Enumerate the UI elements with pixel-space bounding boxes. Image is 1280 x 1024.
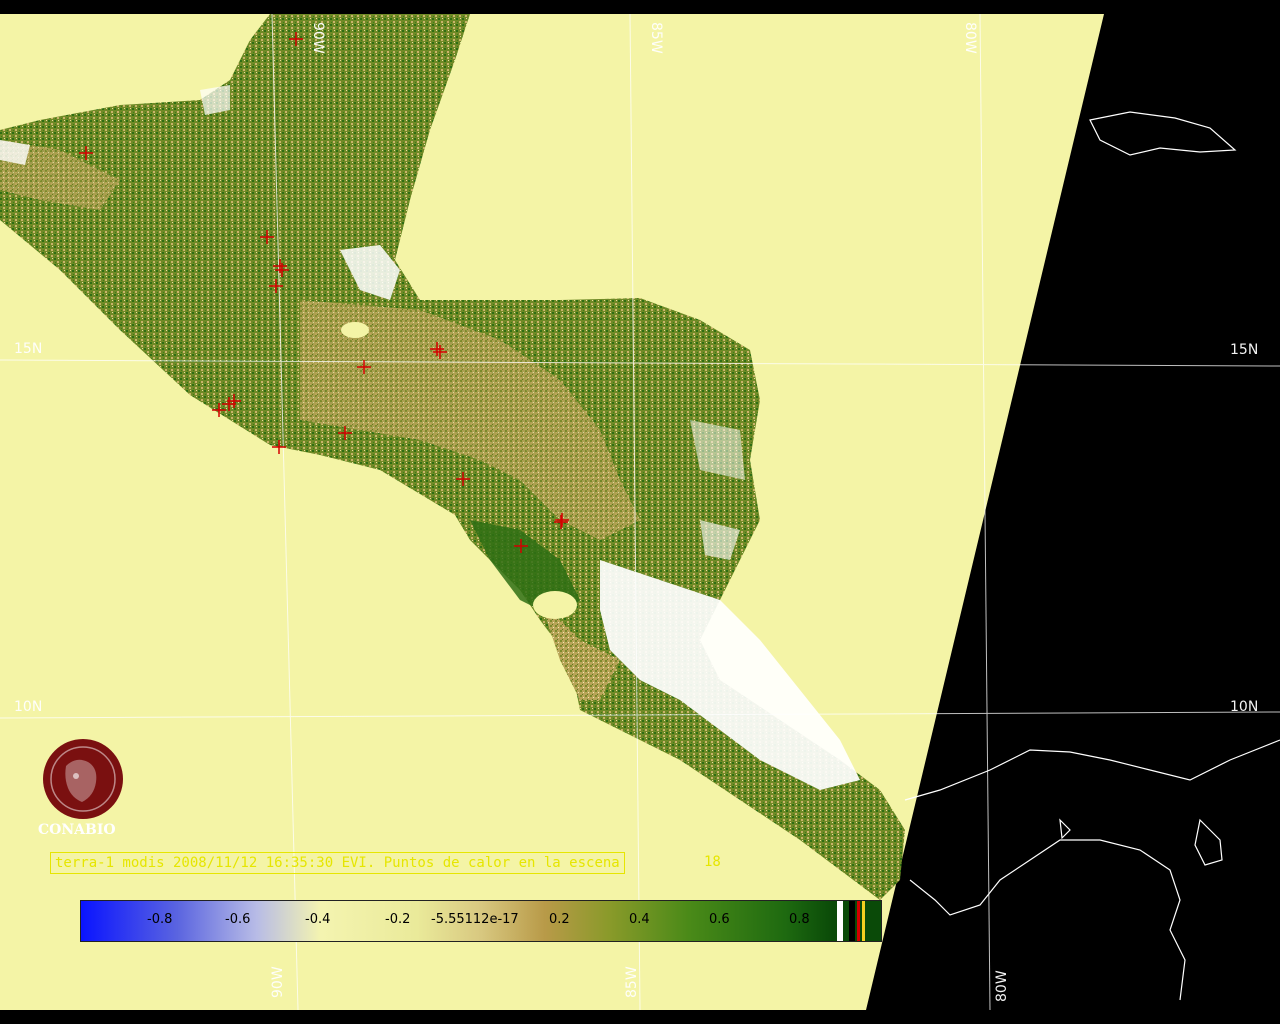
hotspot-count: 18	[704, 854, 721, 870]
lon-label-90w-top: 90W	[310, 22, 326, 54]
colorbar-extra-swatch	[862, 901, 865, 941]
colorbar-tick: -0.4	[305, 912, 331, 927]
colorbar: -0.8 -0.6 -0.4 -0.2 -5.55112e-17 0.2 0.4…	[80, 900, 882, 942]
logo-text: CONABIO	[38, 822, 116, 838]
lon-label-80w-bottom: 80W	[994, 970, 1010, 1002]
lat-label-15n-left: 15N	[14, 341, 43, 357]
lat-label-10n-left: 10N	[14, 699, 43, 715]
colorbar-tick: -0.8	[147, 912, 173, 927]
lon-label-80w-top: 80W	[962, 22, 978, 54]
lon-label-90w-bottom: 90W	[270, 966, 286, 998]
lat-label-15n-right: 15N	[1230, 342, 1259, 358]
satellite-image-viewer: 90W 85W 80W 90W 85W 80W 15N 15N 10N 10N …	[0, 0, 1280, 1024]
colorbar-tick: 0.6	[709, 912, 730, 927]
colorbar-tick: -0.6	[225, 912, 251, 927]
colorbar-tick: -5.55112e-17	[431, 912, 519, 927]
colorbar-tick: -0.2	[385, 912, 411, 927]
lon-label-85w-top: 85W	[648, 22, 664, 54]
colorbar-tick: 0.4	[629, 912, 650, 927]
lat-label-10n-right: 10N	[1230, 699, 1259, 715]
colorbar-hotspot-swatch	[857, 901, 860, 941]
colorbar-nodata-swatch	[849, 901, 855, 941]
scene-caption: terra-1 modis 2008/11/12 16:35:30 EVI. P…	[50, 852, 625, 874]
colorbar-tick: 0.8	[789, 912, 810, 927]
colorbar-tick: 0.2	[549, 912, 570, 927]
lon-label-85w-bottom: 85W	[624, 966, 640, 998]
colorbar-cloud-swatch	[837, 901, 843, 941]
